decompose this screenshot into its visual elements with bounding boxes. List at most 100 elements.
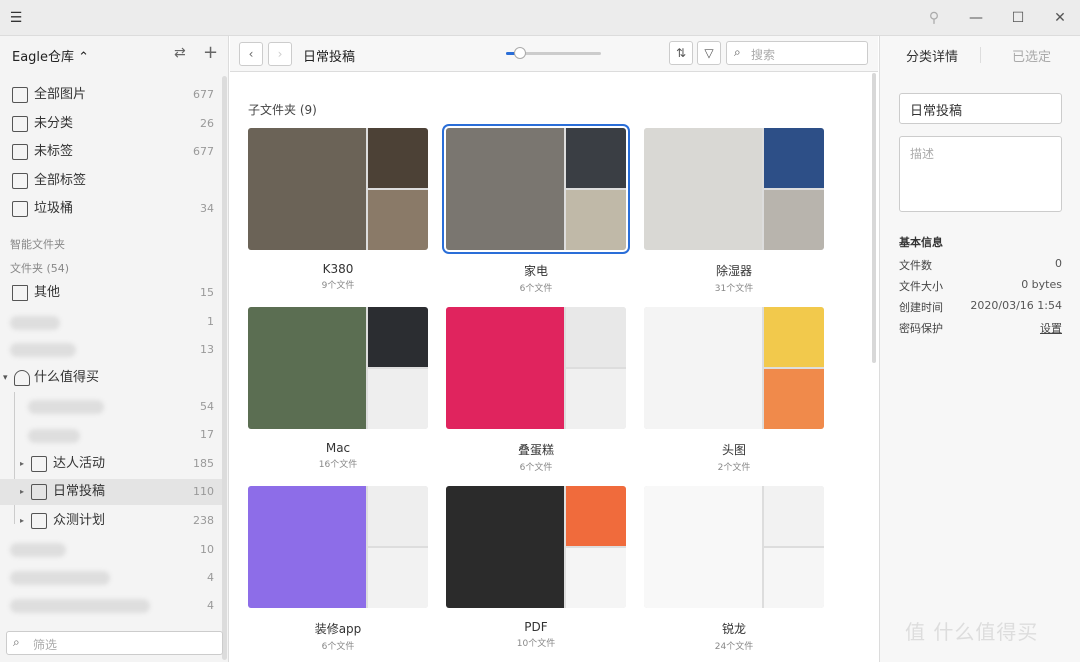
swap-icon[interactable]: ⇄ — [174, 45, 186, 61]
thumbnail-image — [764, 486, 824, 546]
sidebar-item-blurred[interactable]: 4 — [0, 593, 222, 619]
zoom-slider[interactable] — [506, 47, 601, 59]
hamburger-icon[interactable]: ☰ — [8, 10, 24, 26]
sidebar-item-label: 众测计划 — [53, 513, 106, 528]
info-label: 创建时间 — [899, 301, 943, 314]
folder-count: 6个文件 — [519, 463, 553, 473]
thumbnail-image — [644, 307, 762, 429]
folder-thumbnail — [442, 124, 630, 254]
folder-card[interactable]: 装修app 6个文件 — [248, 486, 428, 652]
sidebar-item-blurred[interactable]: 10 — [0, 537, 222, 563]
watermark: 值 什么值得买 — [905, 620, 1039, 644]
add-icon[interactable]: + — [203, 42, 218, 63]
folder-card[interactable]: PDF 10个文件 — [446, 486, 626, 649]
folder-count: 6个文件 — [321, 642, 355, 652]
sidebar-item-all-images[interactable]: 全部图片 677 — [0, 82, 222, 108]
sidebar-item-count: 26 — [200, 117, 214, 130]
info-row-password: 密码保护 设置 — [899, 320, 1062, 336]
info-row-file-size: 文件大小 0 bytes — [899, 278, 1062, 294]
folder-count: 31个文件 — [714, 284, 754, 294]
sidebar-item-blurred[interactable]: 17 — [0, 422, 222, 448]
thumbnail-image — [248, 307, 366, 429]
library-selector[interactable]: Eagle仓库 ⌃ — [12, 46, 89, 65]
caret-right-icon[interactable]: ▸ — [20, 451, 24, 477]
folder-card[interactable]: 锐龙 24个文件 — [644, 486, 824, 652]
untagged-icon — [12, 144, 28, 160]
sidebar-item-zdm[interactable]: ▾ 什么值得买 — [0, 365, 222, 391]
sidebar-item-label: 什么值得买 — [34, 370, 100, 385]
folder-card[interactable]: 叠蛋糕 6个文件 — [446, 307, 626, 473]
folder-thumbnail — [446, 486, 626, 608]
sidebar-item-label: 未标签 — [34, 144, 74, 159]
folder-count: 16个文件 — [318, 460, 358, 470]
zoom-slider-knob[interactable] — [514, 47, 527, 59]
main-scrollbar[interactable] — [872, 73, 876, 363]
sort-button[interactable]: ⇅ — [669, 41, 693, 65]
pin-icon[interactable]: ⚲ — [924, 8, 944, 28]
folder-name: 家电 — [523, 264, 548, 278]
forward-button[interactable]: › — [268, 42, 292, 66]
sidebar-item-other[interactable]: 其他 15 — [0, 280, 222, 306]
thumbnail-image — [566, 128, 626, 188]
search-input[interactable]: ⌕ 搜索 — [726, 41, 868, 65]
sidebar-item-review-plan[interactable]: ▸ 众测计划 238 — [0, 508, 222, 534]
sidebar-item-count: 34 — [200, 202, 214, 215]
sidebar-item-untagged[interactable]: 未标签 677 — [0, 139, 222, 165]
info-label: 文件大小 — [899, 280, 943, 293]
sidebar-item-count: 15 — [200, 286, 214, 299]
sidebar-item-trash[interactable]: 垃圾桶 34 — [0, 196, 222, 222]
thumbnail-image — [566, 548, 626, 608]
tab-folder-details[interactable]: 分类详情 — [906, 46, 958, 65]
caret-right-icon[interactable]: ▸ — [20, 479, 24, 505]
folder-thumbnail — [248, 486, 428, 608]
sidebar-scrollbar[interactable] — [222, 76, 227, 660]
smart-folders-header[interactable]: 智能文件夹 — [10, 236, 65, 252]
folder-name-field[interactable]: 日常投稿 — [899, 93, 1062, 124]
sidebar-item-label: 其他 — [34, 285, 61, 300]
description-field[interactable]: 描述 — [899, 136, 1062, 212]
filter-button[interactable]: ▽ — [697, 41, 721, 65]
tab-divider — [980, 47, 981, 63]
thumbnail-image — [764, 307, 824, 367]
sidebar-item-uncategorized[interactable]: 未分类 26 — [0, 111, 222, 137]
sidebar-item-all-tags[interactable]: 全部标签 — [0, 168, 222, 194]
folder-name: 头图 — [721, 443, 746, 457]
folder-count: 2个文件 — [717, 463, 751, 473]
caret-down-icon[interactable]: ▾ — [3, 365, 8, 391]
folders-header[interactable]: 文件夹 (54) — [10, 260, 69, 276]
folder-card[interactable]: Mac 16个文件 — [248, 307, 428, 470]
maximize-button[interactable]: ☐ — [1008, 8, 1028, 28]
sidebar-item-count: 13 — [200, 343, 214, 356]
close-button[interactable]: ✕ — [1050, 8, 1070, 28]
sidebar-item-label: 全部标签 — [34, 173, 87, 188]
images-icon — [12, 87, 28, 103]
folder-count: 9个文件 — [321, 281, 355, 291]
folder-card[interactable]: K380 9个文件 — [248, 128, 428, 291]
search-placeholder: 搜索 — [751, 48, 776, 62]
sidebar-item-blurred[interactable]: 54 — [0, 394, 222, 420]
sidebar-item-blurred[interactable]: 1 — [0, 309, 222, 335]
set-password-link[interactable]: 设置 — [1040, 320, 1062, 336]
minimize-button[interactable]: — — [966, 8, 986, 28]
folder-card[interactable]: 除湿器 31个文件 — [644, 128, 824, 294]
sidebar-filter-input[interactable]: ⌕ 筛选 — [6, 631, 223, 655]
sidebar-item-count: 677 — [193, 88, 214, 101]
folder-card[interactable]: 头图 2个文件 — [644, 307, 824, 473]
tab-selected[interactable]: 已选定 — [1012, 46, 1051, 65]
sidebar-item-label: 垃圾桶 — [34, 201, 74, 216]
caret-right-icon[interactable]: ▸ — [20, 508, 24, 534]
thumbnail-image — [368, 307, 428, 367]
back-button[interactable]: ‹ — [239, 42, 263, 66]
subfolders-title: 子文件夹 (9) — [248, 103, 317, 117]
sidebar-item-daily-posts[interactable]: ▸ 日常投稿 110 — [0, 479, 222, 505]
folder-thumbnail — [644, 128, 824, 250]
folder-count: 6个文件 — [519, 284, 553, 294]
toolbar: ‹ › 日常投稿 ⇅ ▽ ⌕ 搜索 — [230, 36, 878, 72]
thumbnail-image — [368, 128, 428, 188]
thumbnail-image — [368, 369, 428, 429]
sidebar-item-blurred[interactable]: 13 — [0, 337, 222, 363]
sidebar-item-blurred[interactable]: 4 — [0, 565, 222, 591]
folder-card[interactable]: 家电 6个文件 — [442, 124, 630, 294]
tag-icon — [12, 173, 28, 189]
sidebar-item-talent-events[interactable]: ▸ 达人活动 185 — [0, 451, 222, 477]
